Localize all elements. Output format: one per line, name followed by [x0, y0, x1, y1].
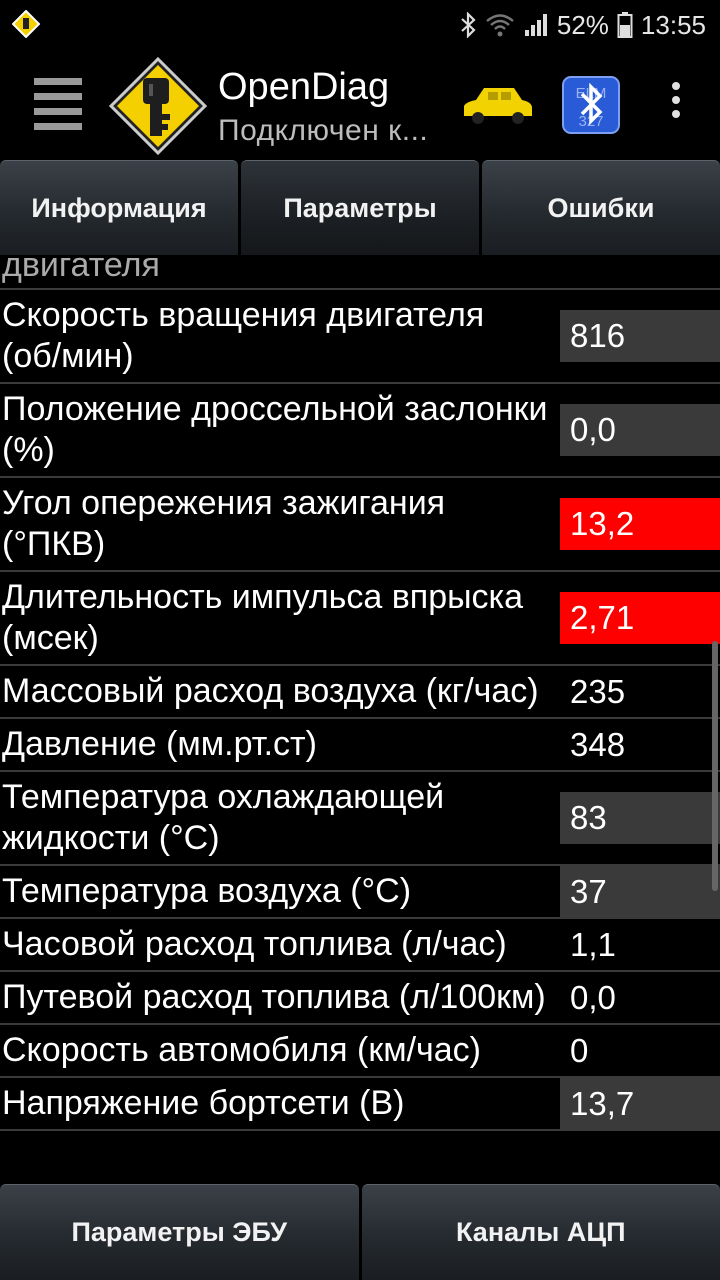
parameter-label: Путевой расход топлива (л/100км)	[2, 978, 546, 1016]
parameter-label: Часовой расход топлива (л/час)	[2, 925, 507, 963]
tab-information[interactable]: Информация	[0, 160, 238, 255]
list-item[interactable]: Напряжение бортсети (В) 13,7	[0, 1077, 720, 1131]
bluetooth-elm327-icon[interactable]: ELM 327	[562, 76, 620, 134]
parameter-label: Температура охлаждающей жидкости (°C)	[2, 778, 445, 857]
parameter-value: 348	[570, 725, 626, 763]
app-toolbar: OpenDiag Подключен к... ELM 327	[0, 50, 720, 160]
list-item[interactable]: Скорость вращения двигателя (об/мин) 816	[0, 290, 720, 384]
parameter-value-alert: 2,71	[560, 592, 720, 644]
parameter-label: Длительность импульса впрыска (мсек)	[2, 578, 524, 657]
parameter-value: 0,0	[570, 978, 616, 1016]
parameter-value: 816	[560, 310, 720, 362]
adc-channels-button[interactable]: Каналы АЦП	[361, 1184, 720, 1280]
list-item[interactable]: Температура воздуха (°C) 37	[0, 865, 720, 919]
bottom-bar: Параметры ЭБУ Каналы АЦП	[0, 1184, 720, 1280]
parameter-label: Массовый расход воздуха (кг/час)	[2, 672, 539, 710]
parameters-list[interactable]: двигателя Скорость вращения двигателя (о…	[0, 256, 720, 1186]
list-item[interactable]: Положение дроссельной заслонки (%) 0,0	[0, 384, 720, 478]
list-item[interactable]: Массовый расход воздуха (кг/час) 235	[0, 666, 720, 719]
tab-parameters[interactable]: Параметры	[241, 160, 479, 255]
parameter-label: Скорость автомобиля (км/час)	[2, 1031, 482, 1069]
parameter-value: 83	[560, 792, 720, 844]
list-item[interactable]: Давление (мм.рт.ст) 348	[0, 719, 720, 772]
parameter-label: Напряжение бортсети (В)	[2, 1084, 405, 1122]
parameter-value: 37	[560, 865, 720, 918]
list-item[interactable]: Часовой расход топлива (л/час) 1,1	[0, 919, 720, 972]
app-title: OpenDiag	[218, 66, 390, 108]
parameter-label: Положение дроссельной заслонки (%)	[2, 390, 548, 469]
parameter-value: 0	[570, 1031, 589, 1069]
parameter-label: Давление (мм.рт.ст)	[2, 725, 317, 763]
ecu-parameters-button[interactable]: Параметры ЭБУ	[0, 1184, 359, 1280]
list-item[interactable]: Скорость автомобиля (км/час) 0	[0, 1025, 720, 1078]
parameter-label: Угол опережения зажигания (°ПКВ)	[2, 484, 446, 563]
status-icons: 52% 13:55	[459, 0, 706, 50]
parameters-list-content: двигателя Скорость вращения двигателя (о…	[0, 256, 720, 1131]
menu-icon[interactable]	[34, 78, 82, 130]
battery-percent: 52%	[556, 9, 609, 40]
parameter-value: 235	[570, 672, 626, 710]
list-scrollbar[interactable]	[712, 641, 718, 891]
tab-bar: Информация Параметры Ошибки	[0, 160, 720, 256]
list-item[interactable]: Путевой расход топлива (л/100км) 0,0	[0, 972, 720, 1025]
parameter-value: 1,1	[570, 925, 616, 963]
app-notification-icon	[12, 10, 40, 38]
bluetooth-icon	[461, 12, 476, 38]
parameter-value-alert: 13,2	[560, 498, 720, 550]
battery-icon	[617, 12, 633, 38]
car-icon[interactable]	[458, 80, 536, 130]
clock: 13:55	[640, 9, 706, 40]
list-item[interactable]: Угол опережения зажигания (°ПКВ) 13,2	[0, 478, 720, 572]
overflow-menu-icon[interactable]	[662, 82, 690, 126]
status-bar: 52% 13:55	[0, 0, 720, 50]
parameter-value: 0,0	[560, 404, 720, 456]
connection-status: Подключен к...	[218, 114, 429, 147]
parameter-value: 13,7	[560, 1077, 720, 1130]
wifi-icon	[486, 14, 514, 37]
list-item[interactable]: Длительность импульса впрыска (мсек) 2,7…	[0, 572, 720, 666]
parameter-label: Скорость вращения двигателя (об/мин)	[2, 296, 485, 375]
parameter-label: Температура воздуха (°C)	[2, 872, 412, 910]
list-item[interactable]: Температура охлаждающей жидкости (°C) 83	[0, 772, 720, 866]
tab-errors[interactable]: Ошибки	[482, 160, 720, 255]
signal-icon	[524, 14, 547, 36]
parameter-label: двигателя	[2, 256, 160, 284]
list-item[interactable]: двигателя	[0, 256, 720, 290]
app-logo-key-icon	[108, 56, 208, 156]
